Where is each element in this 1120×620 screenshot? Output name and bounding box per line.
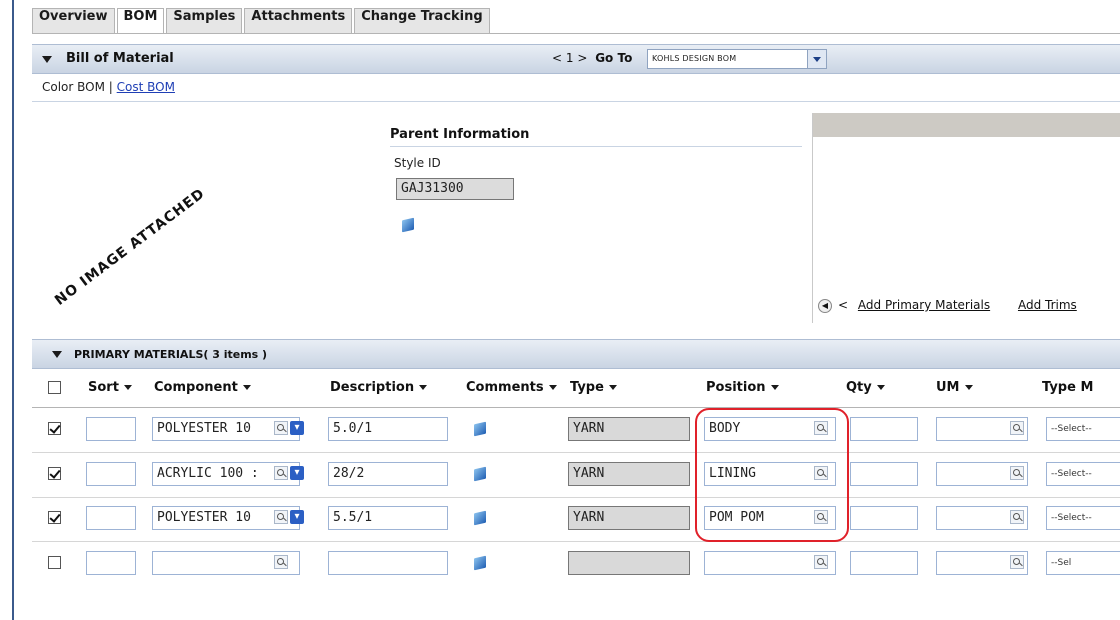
comment-icon[interactable] — [474, 421, 486, 440]
qty-input[interactable] — [850, 506, 918, 530]
qty-input[interactable] — [850, 417, 918, 441]
add-primary-materials-link[interactable]: Add Primary Materials — [858, 298, 990, 312]
bom-window: Overview BOM Samples Attachments Change … — [0, 0, 1120, 620]
bom-section-title: Bill of Material — [66, 51, 174, 66]
bom-pager: < 1 > Go To — [552, 51, 632, 65]
col-type[interactable]: Type — [570, 380, 617, 395]
col-position[interactable]: Position — [706, 380, 779, 395]
primary-materials-header[interactable]: PRIMARY MATERIALS( 3 items ) — [32, 339, 1120, 369]
bom-links: Color BOM | Cost BOM — [42, 80, 175, 94]
tab-overview[interactable]: Overview — [32, 8, 115, 34]
row-checkbox[interactable] — [48, 511, 61, 524]
tab-underline — [32, 33, 1120, 34]
pager-text[interactable]: < 1 > — [552, 51, 587, 65]
description-input[interactable] — [328, 551, 448, 575]
col-comments[interactable]: Comments — [466, 380, 557, 395]
description-input[interactable]: 28/2 — [328, 462, 448, 486]
type-field: YARN — [568, 462, 690, 486]
search-icon[interactable] — [1010, 421, 1024, 435]
collapse-icon[interactable] — [52, 351, 62, 358]
search-icon[interactable] — [274, 421, 288, 435]
search-icon[interactable] — [1010, 466, 1024, 480]
link-separator: | — [108, 80, 113, 94]
row-checkbox[interactable] — [48, 467, 61, 480]
style-id-label: Style ID — [394, 156, 441, 170]
info-icon[interactable]: ▾ — [290, 510, 304, 524]
search-icon[interactable] — [814, 555, 828, 569]
material-panel-links: ◀ < Add Primary Materials Add Trims — [818, 298, 1095, 313]
row-divider — [32, 452, 1120, 453]
qty-input[interactable] — [850, 462, 918, 486]
description-input[interactable]: 5.5/1 — [328, 506, 448, 530]
material-panel — [812, 113, 1120, 323]
col-type-m[interactable]: Type M — [1042, 380, 1093, 395]
goto-select[interactable]: KOHLS DESIGN BOM — [647, 49, 827, 69]
comment-icon[interactable] — [474, 466, 486, 485]
divider — [390, 146, 802, 147]
row-checkbox[interactable] — [48, 556, 61, 569]
select-all-checkbox[interactable] — [48, 381, 61, 394]
add-trims-link[interactable]: Add Trims — [1018, 298, 1077, 312]
col-um[interactable]: UM — [936, 380, 973, 395]
tab-bar: Overview BOM Samples Attachments Change … — [32, 8, 492, 34]
type-field — [568, 551, 690, 575]
search-icon[interactable] — [1010, 555, 1024, 569]
style-id-field[interactable]: GAJ31300 — [396, 178, 514, 200]
col-qty[interactable]: Qty — [846, 380, 885, 395]
tab-attachments[interactable]: Attachments — [244, 8, 353, 34]
type-m-select[interactable]: --Sel — [1046, 551, 1120, 575]
comment-icon[interactable] — [474, 510, 486, 529]
type-field: YARN — [568, 506, 690, 530]
position-highlight — [695, 408, 849, 542]
sort-input[interactable] — [86, 417, 136, 441]
chevron-down-icon[interactable] — [807, 50, 826, 68]
search-icon[interactable] — [274, 555, 288, 569]
sort-input[interactable] — [86, 462, 136, 486]
note-icon[interactable] — [402, 217, 414, 236]
info-icon[interactable]: ▾ — [290, 466, 304, 480]
col-sort[interactable]: Sort — [88, 380, 132, 395]
tab-samples[interactable]: Samples — [166, 8, 243, 34]
type-m-select[interactable]: --Select-- — [1046, 462, 1120, 486]
sort-input[interactable] — [86, 551, 136, 575]
goto-label: Go To — [595, 51, 633, 65]
type-m-select[interactable]: --Select-- — [1046, 506, 1120, 530]
goto-select-value: KOHLS DESIGN BOM — [652, 54, 737, 63]
parent-info-title: Parent Information — [390, 127, 530, 142]
primary-materials-title: PRIMARY MATERIALS( 3 items ) — [74, 348, 268, 361]
bom-section-header[interactable]: Bill of Material < 1 > Go To KOHLS DESIG… — [32, 44, 1120, 74]
type-field: YARN — [568, 417, 690, 441]
search-icon[interactable] — [274, 466, 288, 480]
sort-input[interactable] — [86, 506, 136, 530]
collapse-icon[interactable] — [42, 56, 52, 63]
info-icon[interactable]: ▾ — [290, 421, 304, 435]
col-component[interactable]: Component — [154, 380, 251, 395]
qty-input[interactable] — [850, 551, 918, 575]
row-divider — [32, 497, 1120, 498]
scroll-left-icon[interactable]: ◀ — [818, 298, 832, 313]
row-divider — [32, 541, 1120, 542]
cost-bom-link[interactable]: Cost BOM — [117, 80, 175, 94]
search-icon[interactable] — [274, 510, 288, 524]
tab-change-tracking[interactable]: Change Tracking — [354, 8, 490, 34]
comment-icon[interactable] — [474, 555, 486, 574]
divider — [32, 101, 1120, 102]
type-m-select[interactable]: --Select-- — [1046, 417, 1120, 441]
col-description[interactable]: Description — [330, 380, 427, 395]
header-divider — [32, 407, 1120, 408]
material-panel-header — [813, 113, 1120, 137]
row-checkbox[interactable] — [48, 422, 61, 435]
color-bom-label: Color BOM — [42, 80, 105, 94]
search-icon[interactable] — [1010, 510, 1024, 524]
tab-bom[interactable]: BOM — [116, 8, 165, 34]
description-input[interactable]: 5.0/1 — [328, 417, 448, 441]
prev-link[interactable]: < — [838, 298, 848, 312]
